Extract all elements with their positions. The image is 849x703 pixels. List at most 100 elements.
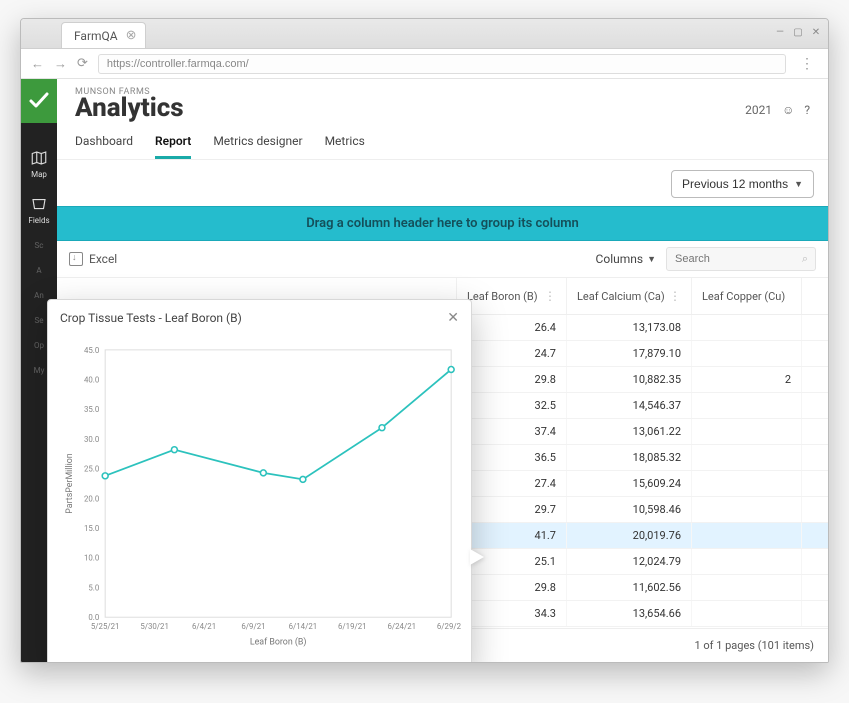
cell-calcium: 18,085.32 — [567, 445, 692, 470]
address-bar: ← → ⟳ ⋮ — [21, 49, 828, 79]
export-excel-button[interactable]: Excel — [69, 252, 117, 266]
excel-icon — [69, 252, 83, 266]
svg-text:6/24/21: 6/24/21 — [387, 622, 416, 631]
column-leaf-calcium[interactable]: Leaf Calcium (Ca)⋮ — [567, 278, 692, 314]
browser-menu-icon[interactable]: ⋮ — [796, 56, 818, 72]
cell-copper — [692, 523, 802, 548]
cell-boron: 41.7 — [457, 523, 567, 548]
reload-icon[interactable]: ⟳ — [77, 56, 88, 71]
tab-title: FarmQA — [74, 29, 118, 43]
svg-text:PartsPerMillion: PartsPerMillion — [65, 453, 75, 513]
tab-metrics[interactable]: Metrics — [325, 128, 365, 159]
cell-calcium: 14,546.37 — [567, 393, 692, 418]
svg-text:6/19/21: 6/19/21 — [338, 622, 367, 631]
browser-tab-strip: FarmQA ⊗ — ▢ ✕ — [21, 19, 828, 49]
svg-text:6/14/21: 6/14/21 — [289, 622, 318, 631]
tab-dashboard[interactable]: Dashboard — [75, 128, 133, 159]
chevron-down-icon: ▼ — [647, 254, 656, 265]
minimize-icon[interactable]: — — [774, 26, 786, 38]
svg-text:10.0: 10.0 — [84, 554, 99, 563]
window-close-icon[interactable]: ✕ — [810, 26, 822, 38]
svg-text:20.0: 20.0 — [84, 494, 99, 503]
svg-text:35.0: 35.0 — [84, 405, 99, 414]
cell-calcium: 13,654.66 — [567, 601, 692, 626]
tab-report[interactable]: Report — [155, 128, 191, 159]
svg-text:45.0: 45.0 — [84, 346, 99, 355]
cell-copper — [692, 393, 802, 418]
fields-icon — [30, 195, 48, 213]
svg-text:40.0: 40.0 — [84, 376, 99, 385]
cell-copper — [692, 419, 802, 444]
svg-text:6/4/21: 6/4/21 — [192, 622, 216, 631]
check-icon — [27, 89, 51, 113]
column-menu-icon[interactable]: ⋮ — [544, 289, 556, 303]
sidebar-item-fields[interactable]: Fields — [21, 187, 57, 233]
cell-calcium: 20,019.76 — [567, 523, 692, 548]
search-input[interactable] — [666, 247, 816, 271]
map-icon — [30, 149, 48, 167]
group-drop-zone[interactable]: Drag a column header here to group its c… — [57, 206, 828, 241]
tab-metrics-designer[interactable]: Metrics designer — [213, 128, 302, 159]
column-leaf-copper[interactable]: Leaf Copper (Cu) — [692, 278, 802, 314]
line-chart: 0.0 5.0 10.0 15.0 20.0 25.0 30.0 35.0 40.0 45.0 5/… — [58, 340, 461, 659]
cell-boron: 29.8 — [457, 575, 567, 600]
nav-tabs: Dashboard Report Metrics designer Metric… — [75, 128, 810, 159]
cell-copper — [692, 497, 802, 522]
svg-text:6/9/21: 6/9/21 — [241, 622, 265, 631]
cell-copper — [692, 341, 802, 366]
cell-boron: 27.4 — [457, 471, 567, 496]
browser-tab[interactable]: FarmQA ⊗ — [61, 22, 146, 48]
cell-calcium: 13,061.22 — [567, 419, 692, 444]
svg-text:30.0: 30.0 — [84, 435, 99, 444]
range-toolbar: Previous 12 months ▼ — [57, 160, 828, 206]
cell-boron: 37.4 — [457, 419, 567, 444]
grid-toolbar: Excel Columns ▼ ⌕ — [57, 241, 828, 278]
maximize-icon[interactable]: ▢ — [792, 26, 804, 38]
svg-text:5/30/21: 5/30/21 — [140, 622, 169, 631]
popup-title: Crop Tissue Tests - Leaf Boron (B) — [60, 311, 242, 325]
cell-copper — [692, 315, 802, 340]
cell-calcium: 12,024.79 — [567, 549, 692, 574]
cell-calcium: 10,882.35 — [567, 367, 692, 392]
chevron-down-icon: ▼ — [794, 179, 803, 189]
close-icon[interactable]: ✕ — [447, 310, 459, 326]
cell-boron: 32.5 — [457, 393, 567, 418]
page-title: Analytics — [75, 95, 184, 122]
svg-text:25.0: 25.0 — [84, 465, 99, 474]
face-icon[interactable]: ☺ — [782, 103, 794, 117]
forward-icon[interactable]: → — [54, 56, 67, 72]
sidebar-item-map[interactable]: Map — [21, 141, 57, 187]
sidebar-item-a[interactable]: A — [21, 258, 57, 283]
svg-text:0.0: 0.0 — [88, 613, 99, 622]
popup-pointer — [470, 549, 484, 565]
svg-text:15.0: 15.0 — [84, 524, 99, 533]
cell-calcium: 10,598.46 — [567, 497, 692, 522]
column-menu-icon[interactable]: ⋮ — [669, 289, 681, 303]
cell-boron: 34.3 — [457, 601, 567, 626]
cell-copper: 2 — [692, 367, 802, 392]
date-range-button[interactable]: Previous 12 months ▼ — [671, 170, 814, 198]
close-icon[interactable]: ⊗ — [126, 28, 137, 43]
sidebar-item-sc[interactable]: Sc — [21, 233, 57, 258]
cell-boron: 26.4 — [457, 315, 567, 340]
cell-calcium: 15,609.24 — [567, 471, 692, 496]
cell-copper — [692, 471, 802, 496]
cell-boron: 29.8 — [457, 367, 567, 392]
svg-text:5/25/21: 5/25/21 — [91, 622, 120, 631]
svg-text:Leaf Boron (B): Leaf Boron (B) — [250, 637, 307, 648]
cell-copper — [692, 575, 802, 600]
cell-copper — [692, 601, 802, 626]
page-header: MUNSON FARMS Analytics 2021 ☺ ? Dashboar… — [57, 79, 828, 160]
app-logo[interactable] — [21, 79, 57, 123]
cell-copper — [692, 445, 802, 470]
svg-text:5.0: 5.0 — [88, 583, 99, 592]
url-input[interactable] — [98, 54, 786, 74]
search-icon: ⌕ — [802, 252, 808, 266]
svg-text:6/29/21: 6/29/21 — [437, 622, 461, 631]
help-icon[interactable]: ? — [804, 103, 810, 117]
back-icon[interactable]: ← — [31, 56, 44, 72]
chart-popup: Crop Tissue Tests - Leaf Boron (B) ✕ 0.0… — [47, 299, 472, 663]
columns-button[interactable]: Columns ▼ — [596, 252, 656, 266]
column-leaf-boron[interactable]: Leaf Boron (B)⋮ — [457, 278, 567, 314]
cell-calcium: 11,602.56 — [567, 575, 692, 600]
